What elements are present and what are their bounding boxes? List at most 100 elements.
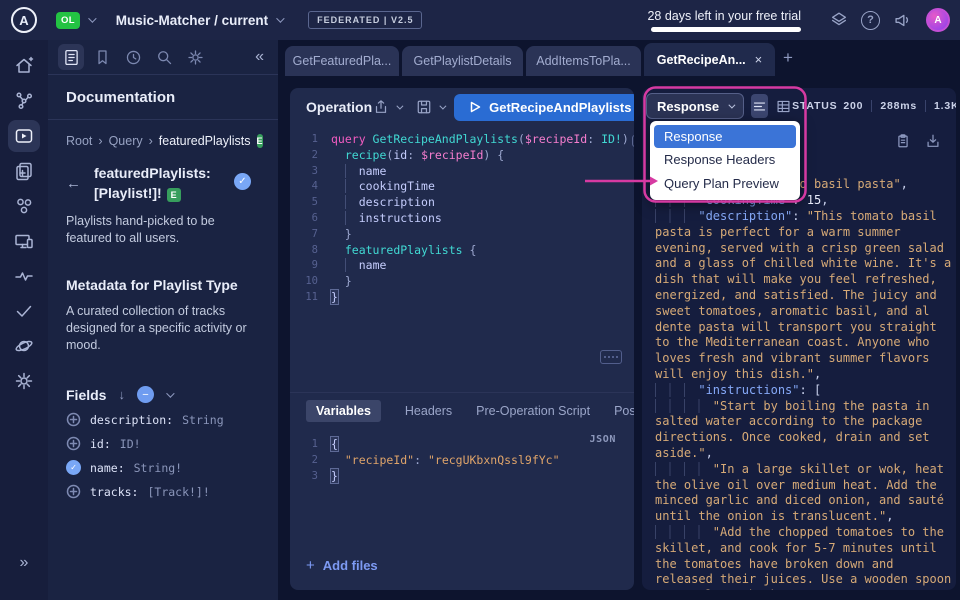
- fields-chevron-down-icon[interactable]: [166, 389, 174, 397]
- deselect-all-button[interactable]: −: [137, 386, 154, 403]
- docs-title: Documentation: [66, 89, 260, 106]
- sidebar-item-schema[interactable]: [8, 85, 40, 117]
- operation-header: Operation GetRecipeAndPlaylists: [290, 88, 634, 126]
- table-view-button[interactable]: [775, 94, 792, 118]
- field-list-item[interactable]: id: ID!: [66, 436, 260, 451]
- help-button[interactable]: ?: [861, 11, 880, 30]
- sidebar-item-checks[interactable]: [8, 295, 40, 327]
- document-icon: [62, 48, 81, 67]
- close-tab-icon[interactable]: ×: [755, 52, 763, 67]
- breadcrumb-root[interactable]: Root: [66, 134, 92, 148]
- tab-additemstoplaylist[interactable]: AddItemsToPla...: [526, 46, 641, 76]
- explorer-play-icon: [13, 125, 35, 147]
- menu-item-query-plan-preview[interactable]: Query Plan Preview: [654, 172, 796, 196]
- back-arrow-icon[interactable]: ←: [66, 175, 94, 192]
- org-badge[interactable]: OL: [56, 12, 80, 29]
- tab-pre-operation-script[interactable]: Pre-Operation Script: [476, 404, 590, 418]
- operation-subtabs: Variables Headers Pre-Operation Script P…: [306, 400, 634, 422]
- announcements-button[interactable]: [892, 10, 912, 30]
- breadcrumb-parent[interactable]: Query: [109, 134, 143, 148]
- graphql-editor[interactable]: 1query GetRecipeAndPlaylists($recipeId: …: [290, 126, 634, 306]
- field-type-text: [Playlist!]!: [94, 185, 162, 201]
- left-nav-rail: »: [0, 40, 48, 600]
- variables-editor[interactable]: 1{2 "recipeId": "recgUKbxnQssl9fYc"3}: [296, 436, 560, 484]
- tab-variables[interactable]: Variables: [306, 400, 381, 422]
- field-name: description:: [90, 413, 173, 427]
- sidebar-item-explorer[interactable]: [8, 120, 40, 152]
- clients-devices-icon: [13, 230, 35, 252]
- subgraphs-cluster-icon: [13, 195, 35, 217]
- field-type: String: [182, 413, 224, 427]
- new-tab-button[interactable]: +: [783, 48, 793, 68]
- graph-name-dropdown[interactable]: Music-Matcher / current: [116, 13, 268, 28]
- field-selected-check-icon[interactable]: ✓: [234, 173, 251, 190]
- expand-sidebar-button[interactable]: »: [0, 554, 48, 572]
- logo-letter: A: [19, 13, 28, 28]
- gear-icon: [13, 370, 35, 392]
- menu-item-response-headers[interactable]: Response Headers: [654, 148, 796, 172]
- docs-tab-search[interactable]: [151, 44, 177, 70]
- sidebar-item-settings[interactable]: [8, 365, 40, 397]
- status-label: STATUS: [792, 100, 837, 112]
- save-chevron-down-icon[interactable]: [440, 102, 447, 109]
- play-icon: [470, 101, 481, 113]
- tab-label: GetFeaturedPla...: [293, 54, 392, 68]
- align-lines-icon: [751, 98, 768, 115]
- tab-getplaylistdetails[interactable]: GetPlaylistDetails: [402, 46, 523, 76]
- field-list-item[interactable]: description: String: [66, 412, 260, 427]
- trial-text: 28 days left in your free trial: [647, 9, 801, 23]
- layers-icon: [829, 10, 849, 30]
- docs-tab-history[interactable]: [120, 44, 146, 70]
- main-area: GetFeaturedPla... GetPlaylistDetails Add…: [278, 40, 960, 600]
- sidebar-item-subgraphs[interactable]: [8, 190, 40, 222]
- sidebar-item-insights[interactable]: [8, 260, 40, 292]
- tab-label: AddItemsToPla...: [536, 54, 631, 68]
- tab-headers[interactable]: Headers: [405, 404, 452, 418]
- search-icon: [155, 48, 174, 67]
- field-type: ID!: [120, 437, 141, 451]
- plus-icon: +: [306, 557, 315, 574]
- field-description: Playlists hand-picked to be featured to …: [66, 213, 260, 247]
- menu-item-response[interactable]: Response: [654, 125, 796, 148]
- field-list-item[interactable]: ✓ name: String!: [66, 460, 260, 475]
- collapse-docs-button[interactable]: «: [255, 48, 268, 66]
- sidebar-item-home[interactable]: [8, 50, 40, 82]
- run-operation-button[interactable]: GetRecipeAndPlaylists: [454, 94, 634, 121]
- apollo-logo-icon[interactable]: A: [11, 7, 37, 33]
- add-field-icon[interactable]: [66, 412, 81, 427]
- tab-post-operation-script[interactable]: Post-Operation Script: [614, 404, 634, 418]
- keyboard-shortcuts-icon[interactable]: [600, 350, 622, 364]
- add-field-icon[interactable]: [66, 436, 81, 451]
- save-icon[interactable]: [415, 98, 433, 116]
- run-button-label: GetRecipeAndPlaylists: [489, 100, 631, 115]
- documentation-panel: « Documentation Root › Query › featuredP…: [48, 40, 278, 600]
- docs-tab-documentation[interactable]: [58, 44, 84, 70]
- docs-body: Documentation Root › Query › featuredPla…: [48, 89, 278, 499]
- status-code: 200: [843, 100, 863, 112]
- field-list-item[interactable]: tracks: [Track!]!: [66, 484, 260, 499]
- sidebar-item-launches[interactable]: [8, 330, 40, 362]
- add-field-icon[interactable]: [66, 484, 81, 499]
- tab-getrecipeandplaylists[interactable]: GetRecipeAn... ×: [644, 43, 775, 76]
- user-avatar[interactable]: A: [926, 8, 950, 32]
- docs-tab-bookmarks[interactable]: [89, 44, 115, 70]
- add-files-button[interactable]: + Add files: [306, 557, 378, 574]
- breadcrumb-current[interactable]: featuredPlaylists: [159, 134, 251, 148]
- tab-getfeaturedplaylists[interactable]: GetFeaturedPla...: [285, 46, 399, 76]
- breadcrumb-sep: ›: [149, 134, 153, 148]
- docs-tab-settings[interactable]: [182, 44, 208, 70]
- status-time: 288ms: [880, 100, 917, 112]
- sort-down-icon[interactable]: ↓: [118, 387, 125, 402]
- graph-chevron-down-icon[interactable]: [276, 14, 284, 22]
- share-icon[interactable]: [372, 98, 390, 116]
- divider: [290, 392, 634, 393]
- sidebar-item-clients[interactable]: [8, 225, 40, 257]
- wrap-text-button[interactable]: [751, 94, 768, 118]
- org-chevron-down-icon[interactable]: [88, 14, 96, 22]
- share-chevron-down-icon[interactable]: [397, 102, 404, 109]
- sidebar-item-changelog[interactable]: [8, 155, 40, 187]
- megaphone-icon: [892, 10, 912, 30]
- field-selected-check-icon[interactable]: ✓: [66, 460, 81, 475]
- response-view-dropdown[interactable]: Response: [646, 93, 744, 119]
- graphs-stack-button[interactable]: [829, 10, 849, 30]
